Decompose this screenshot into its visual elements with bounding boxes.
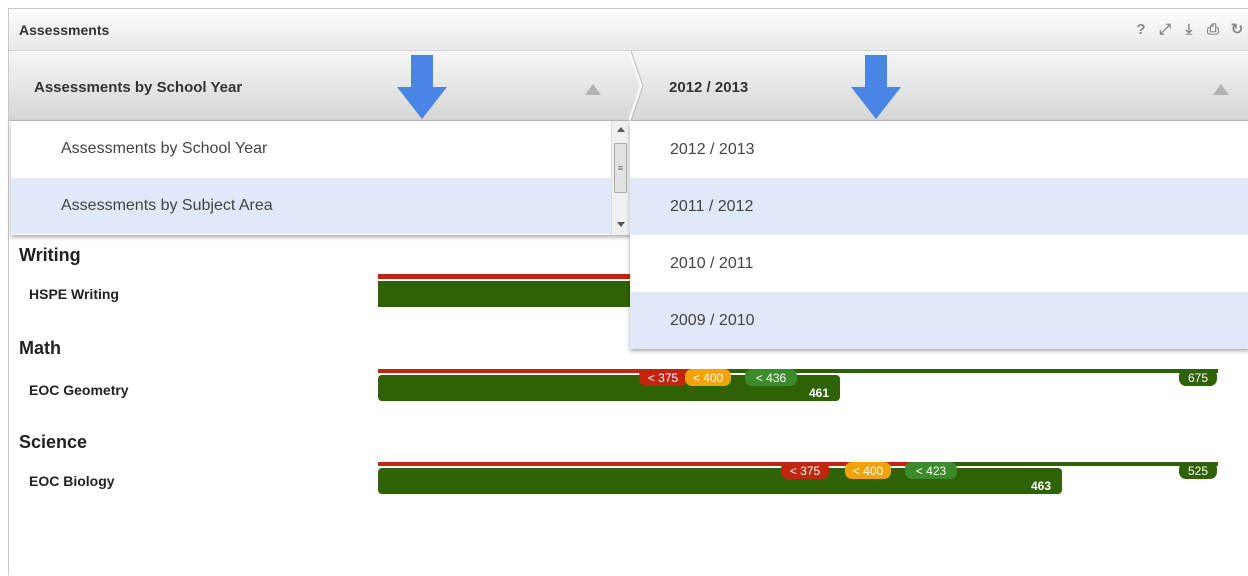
- report-type-dropdown: Assessments by School Year Assessments b…: [11, 121, 631, 235]
- threshold-label: < 375: [648, 371, 679, 385]
- dropdown-scrollbar[interactable]: ≡: [611, 121, 629, 235]
- threshold-label: < 375: [790, 464, 821, 478]
- scroll-thumb[interactable]: ≡: [614, 143, 627, 193]
- max-score-label: 525: [1188, 464, 1208, 478]
- score-value-label: 463: [1031, 479, 1051, 493]
- dropdown-option[interactable]: Assessments by School Year: [11, 121, 611, 177]
- school-year-dropdown: 2012 / 2013 2011 / 2012 2010 / 2011 2009…: [630, 121, 1248, 349]
- threshold-label: < 423: [916, 464, 947, 478]
- score-value-label: 461: [809, 386, 829, 400]
- scroll-down-icon[interactable]: [617, 222, 625, 227]
- performance-band-bar: [729, 369, 1218, 373]
- threshold-label: < 400: [693, 371, 724, 385]
- performance-band-bar: [378, 274, 638, 279]
- dropdown-option[interactable]: 2011 / 2012: [630, 178, 1248, 235]
- dropdown-option[interactable]: Assessments by Subject Area: [11, 178, 611, 234]
- threshold-label: < 400: [853, 464, 884, 478]
- dropdown-option[interactable]: 2012 / 2013: [630, 121, 1248, 178]
- dropdown-option[interactable]: 2009 / 2010: [630, 292, 1248, 349]
- assessments-panel: Assessments ? ⤢ ⤓ ⎙ ↻ Assessments by Sch…: [8, 8, 1248, 575]
- dropdown-option[interactable]: 2010 / 2011: [630, 235, 1248, 292]
- score-bar: [378, 468, 1062, 494]
- scroll-up-icon[interactable]: [617, 127, 625, 132]
- score-bar: [378, 281, 638, 307]
- max-score-label: 675: [1188, 371, 1208, 385]
- threshold-label: < 436: [756, 371, 787, 385]
